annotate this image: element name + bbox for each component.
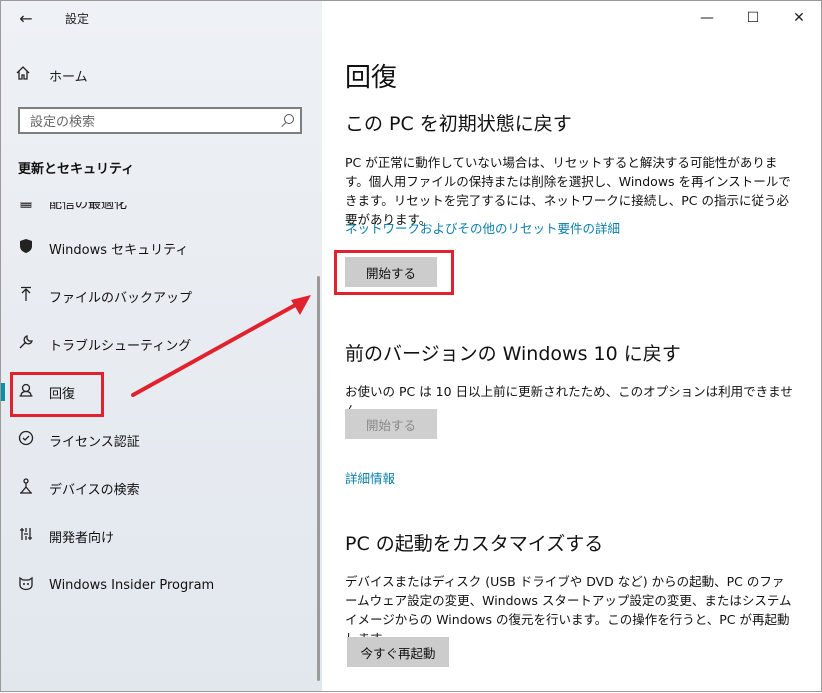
annotation-arrow [131, 295, 311, 397]
settings-window: ← 設定 ホーム 設定の検索 更新とセキュリティ ▦ 配信の最適化 Window… [0, 0, 822, 692]
